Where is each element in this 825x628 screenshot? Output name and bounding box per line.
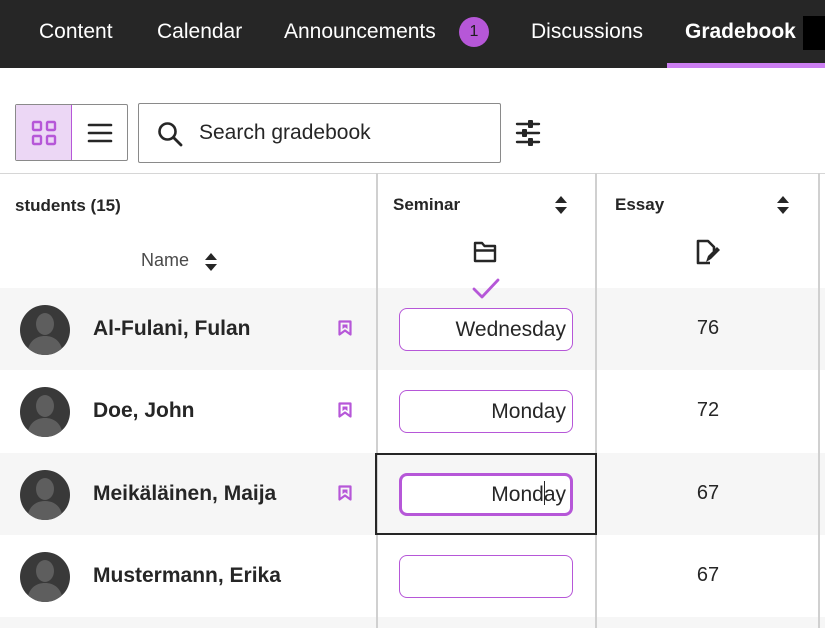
view-toggle [15, 104, 128, 161]
student-name[interactable]: Al-Fulani, Fulan [93, 317, 251, 341]
tab-gradebook[interactable]: Gradebook [685, 0, 796, 68]
person-silhouette-icon [27, 560, 63, 602]
filter-sliders-icon [515, 120, 541, 146]
sort-icon[interactable] [554, 195, 568, 215]
person-silhouette-icon [27, 313, 63, 355]
bookmark-icon[interactable] [338, 485, 352, 501]
essay-score[interactable]: 67 [680, 482, 736, 505]
essay-score[interactable]: 72 [680, 399, 736, 422]
table-row [0, 617, 825, 628]
avatar[interactable] [20, 470, 70, 520]
student-name[interactable]: Meikäläinen, Maija [93, 482, 276, 506]
student-name[interactable]: Mustermann, Erika [93, 564, 281, 588]
list-view-icon [87, 123, 113, 142]
table-row: Al-Fulani, Fulan Wednesday 76 [0, 288, 825, 370]
tab-content[interactable]: Content [39, 0, 113, 68]
seminar-grade-input[interactable]: Monday [399, 390, 573, 433]
column-divider [818, 173, 820, 628]
students-count-header: students (15) [15, 196, 121, 215]
tab-calendar[interactable]: Calendar [157, 0, 242, 68]
active-tab-indicator [667, 63, 825, 68]
student-name[interactable]: Doe, John [93, 399, 195, 423]
avatar[interactable] [20, 387, 70, 437]
document-edit-icon [696, 239, 720, 265]
seminar-grade-input[interactable] [399, 555, 573, 598]
essay-score[interactable]: 76 [680, 317, 736, 340]
table-row: Doe, John Monday 72 [0, 370, 825, 452]
nav-overflow-button[interactable] [803, 16, 825, 50]
list-view-button[interactable] [72, 105, 128, 160]
filter-button[interactable] [513, 116, 543, 150]
bookmark-icon[interactable] [338, 320, 352, 336]
name-column-header[interactable]: Name [141, 250, 189, 271]
person-silhouette-icon [27, 395, 63, 437]
grid-view-button[interactable] [16, 105, 72, 160]
table-row: Mustermann, Erika 67 [0, 535, 825, 617]
focused-cell-outline [375, 453, 597, 535]
seminar-grade-input[interactable]: Wednesday [399, 308, 573, 351]
sort-icon[interactable] [204, 252, 218, 272]
sort-icon[interactable] [776, 195, 790, 215]
seminar-column-header[interactable]: Seminar [393, 195, 460, 215]
column-divider [376, 173, 378, 628]
search-box [138, 103, 501, 163]
search-input[interactable] [199, 112, 489, 154]
tab-announcements[interactable]: Announcements [284, 0, 436, 68]
search-icon [158, 122, 183, 147]
person-silhouette-icon [27, 478, 63, 520]
avatar[interactable] [20, 305, 70, 355]
announcements-count-badge: 1 [459, 17, 489, 47]
course-nav-bar: Content Calendar Announcements 1 Discuss… [0, 0, 825, 68]
folder-icon [473, 241, 497, 263]
essay-score[interactable]: 67 [680, 564, 736, 587]
avatar[interactable] [20, 552, 70, 602]
checkmark-icon [472, 278, 500, 299]
essay-column-header[interactable]: Essay [615, 195, 664, 215]
column-divider [595, 173, 597, 628]
grid-top-divider [0, 173, 825, 174]
bookmark-icon[interactable] [338, 402, 352, 418]
tab-discussions[interactable]: Discussions [531, 0, 643, 68]
grid-view-icon [31, 120, 56, 145]
